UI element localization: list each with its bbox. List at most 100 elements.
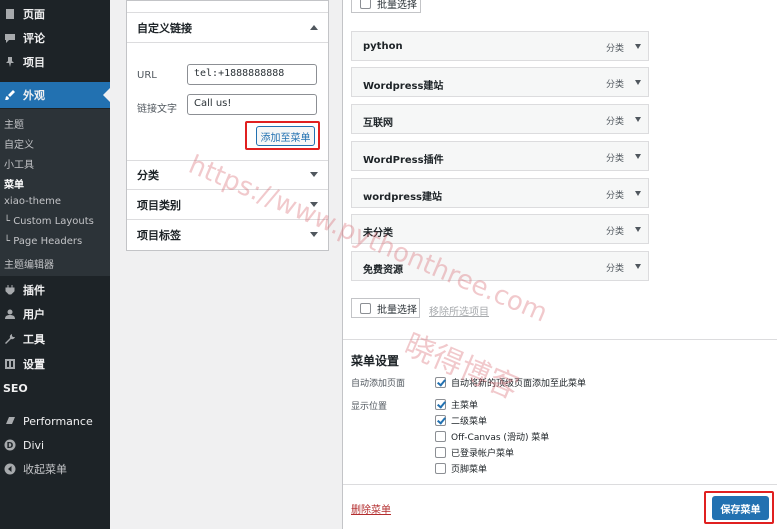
sidebar-item-label: 页面 [23, 8, 45, 21]
sidebar-item-plugins[interactable]: 插件 [0, 279, 110, 301]
location-checkbox-primary[interactable] [435, 399, 446, 410]
sidebar-item-settings[interactable]: 设置 [0, 353, 110, 375]
url-label: URL [137, 70, 157, 81]
sidebar-item-seo[interactable]: SEO [0, 377, 110, 399]
menu-item[interactable]: WordPress插件 分类 [351, 141, 649, 171]
collapse-icon [3, 462, 17, 476]
submenu-indent-mark: └ [4, 216, 14, 227]
sidebar-item-tools[interactable]: 工具 [0, 328, 110, 350]
sidebar-item-comments[interactable]: 评论 [0, 27, 110, 49]
menu-item[interactable]: python 分类 [351, 31, 649, 61]
menu-item-type: 分类 [606, 154, 625, 164]
menu-item-title: python [363, 41, 403, 52]
chevron-up-icon [310, 25, 318, 30]
sidebar-item-label: 项目 [23, 56, 45, 69]
url-input[interactable]: tel:+1888888888 [187, 64, 317, 85]
bulk-select-label: 批量选择 [377, 0, 417, 11]
sidebar-item-label: 设置 [23, 358, 45, 371]
menu-settings-title: 菜单设置 [351, 354, 400, 368]
accordion-title: 自定义链接 [137, 21, 192, 35]
bulk-select-top[interactable]: 批量选择 [351, 0, 421, 13]
pin-icon [3, 55, 17, 69]
chevron-down-icon[interactable] [635, 191, 641, 196]
save-menu-button[interactable]: 保存菜单 [712, 496, 769, 520]
submenu-item-theme-editor[interactable]: 主题编辑器 [4, 256, 54, 271]
bulk-select-checkbox[interactable] [360, 0, 371, 9]
location-checkbox-off-canvas[interactable] [435, 431, 446, 442]
divider [343, 484, 777, 485]
plugin-icon [3, 283, 17, 297]
auto-add-pages-checkbox[interactable] [435, 377, 446, 388]
menu-item[interactable]: 未分类 分类 [351, 214, 649, 244]
bulk-select-checkbox[interactable] [360, 302, 371, 314]
bulk-select-label: 批量选择 [377, 304, 417, 316]
menu-item-title: 免费资源 [363, 265, 403, 276]
sidebar-item-performance[interactable]: Performance [0, 410, 110, 432]
menu-item[interactable]: 免费资源 分类 [351, 251, 649, 281]
menu-item-type: 分类 [606, 44, 625, 54]
menu-item-type: 分类 [606, 191, 625, 201]
sidebar-item-users[interactable]: 用户 [0, 303, 110, 325]
sidebar-item-pages[interactable]: 页面 [0, 3, 110, 25]
menu-item-title: WordPress插件 [363, 155, 444, 166]
comment-icon [3, 31, 17, 45]
submenu-item-page-headers[interactable]: └ Page Headers [4, 236, 82, 247]
project-categories-header[interactable]: 项目类别 [127, 190, 328, 220]
submenu-item-label: Page Headers [13, 236, 83, 247]
menu-item[interactable]: Wordpress建站 分类 [351, 67, 649, 97]
bulk-select-bottom[interactable]: 批量选择 [351, 298, 420, 318]
location-option-label: 页脚菜单 [451, 465, 488, 475]
sidebar-item-divi[interactable]: D Divi [0, 434, 110, 456]
location-option-label: 已登录帐户菜单 [451, 449, 515, 459]
wrench-icon [3, 332, 17, 346]
accordion-title: 项目类别 [137, 198, 181, 212]
chevron-down-icon[interactable] [635, 117, 641, 122]
menu-item-title: wordpress建站 [363, 192, 442, 203]
location-checkbox-footer[interactable] [435, 463, 446, 474]
performance-icon [3, 414, 17, 428]
sidebar-item-projects[interactable]: 项目 [0, 51, 110, 73]
chevron-down-icon[interactable] [635, 264, 641, 269]
add-to-menu-button[interactable]: 添加至菜单 [256, 126, 315, 146]
chevron-down-icon[interactable] [635, 227, 641, 232]
display-location-label: 显示位置 [351, 402, 388, 412]
menu-item-type: 分类 [606, 264, 625, 274]
sidebar-item-label: Divi [23, 438, 45, 452]
menu-item[interactable]: wordpress建站 分类 [351, 178, 649, 208]
chevron-down-icon [310, 202, 318, 207]
add-menu-items-panel: 自定义链接 URL tel:+1888888888 链接文字 Call us! … [126, 0, 329, 251]
divider [343, 339, 777, 340]
submenu-item-menus[interactable]: 菜单 [4, 176, 24, 191]
sidebar-item-label: SEO [3, 381, 28, 395]
location-option-label: 主菜单 [451, 401, 479, 411]
menu-item[interactable]: 互联网 分类 [351, 104, 649, 134]
submenu-item-widgets[interactable]: 小工具 [4, 156, 34, 171]
sidebar-item-appearance[interactable]: 外观 [0, 82, 110, 108]
sidebar-item-label: 插件 [23, 284, 45, 297]
accordion-title: 分类 [137, 168, 159, 182]
link-text-label: 链接文字 [137, 104, 177, 115]
link-text-input[interactable]: Call us! [187, 94, 317, 115]
menu-item-title: Wordpress建站 [363, 81, 444, 92]
svg-text:D: D [7, 441, 14, 450]
submenu-item-custom-layouts[interactable]: └ Custom Layouts [4, 216, 94, 227]
location-checkbox-logged-in[interactable] [435, 447, 446, 458]
menu-item-title: 未分类 [363, 228, 393, 239]
delete-menu-link[interactable]: 删除菜单 [351, 501, 391, 516]
previous-section-edge [127, 1, 328, 13]
submenu-item-customize[interactable]: 自定义 [4, 136, 34, 151]
submenu-item-themes[interactable]: 主题 [4, 116, 24, 131]
categories-header[interactable]: 分类 [127, 160, 328, 190]
chevron-down-icon[interactable] [635, 44, 641, 49]
collapse-menu-button[interactable]: 收起菜单 [0, 458, 110, 480]
chevron-down-icon[interactable] [635, 154, 641, 159]
submenu-item-xiao-theme[interactable]: xiao-theme [4, 196, 61, 207]
project-tags-header[interactable]: 项目标签 [127, 220, 328, 250]
auto-add-pages-option: 自动将新的顶级页面添加至此菜单 [451, 379, 587, 389]
location-checkbox-secondary[interactable] [435, 415, 446, 426]
chevron-down-icon[interactable] [635, 80, 641, 85]
remove-selected-link[interactable]: 移除所选项目 [429, 303, 489, 318]
custom-links-header[interactable]: 自定义链接 [127, 13, 328, 43]
sidebar-item-label: 工具 [23, 333, 45, 346]
menu-item-title: 互联网 [363, 118, 393, 129]
